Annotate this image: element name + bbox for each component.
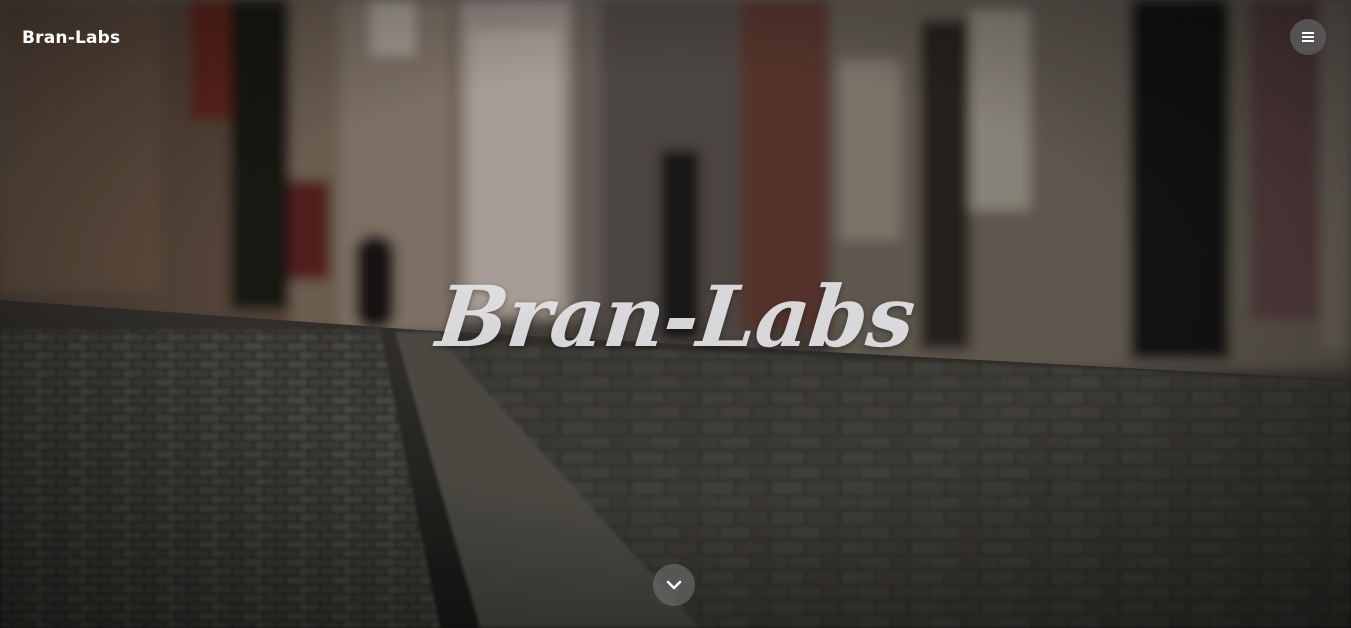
hero-section: Bran-Labs Bran-Labs	[0, 0, 1351, 628]
chevron-down-icon	[666, 580, 682, 590]
hamburger-menu-icon	[1302, 32, 1314, 42]
menu-toggle-button[interactable]	[1290, 19, 1326, 55]
hero-title: Bran-Labs	[432, 267, 919, 366]
navbar-brand[interactable]: Bran-Labs	[22, 28, 120, 48]
scroll-down-button[interactable]	[653, 564, 695, 606]
